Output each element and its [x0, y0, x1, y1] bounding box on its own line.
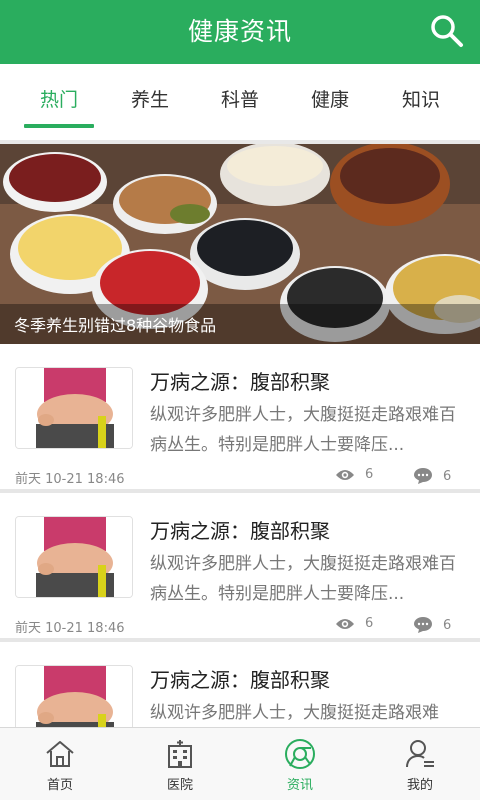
nav-profile-label: 我的 — [406, 778, 433, 793]
article-title: 万病之源：腹部积聚 — [150, 370, 330, 394]
article-summary: 纵观许多肥胖人士，大腹挺挺走路艰难百病丛生。特别是肥胖人士要降压... — [150, 554, 456, 604]
tab-knowledge[interactable]: 知识 — [373, 64, 469, 142]
nav-hospital-label: 医院 — [166, 778, 193, 793]
top-bar: 健康资讯 — [0, 0, 480, 64]
nav-hospital[interactable]: 医院 — [120, 728, 240, 800]
eye-icon — [336, 469, 354, 480]
article-thumbnail — [15, 367, 133, 449]
profile-icon — [406, 740, 434, 768]
article-title: 万病之源：腹部积聚 — [150, 519, 330, 543]
article-card[interactable]: 万病之源：腹部积聚 纵观许多肥胖人士，大腹挺挺走路艰难百病丛生。特别是肥胖人士要… — [0, 344, 480, 489]
article-time: 前天 10-21 18:46 — [15, 621, 125, 636]
nav-news[interactable]: 资讯 — [240, 728, 360, 800]
page-title: 健康资讯 — [187, 17, 292, 46]
home-icon — [46, 741, 74, 767]
view-count: 6 — [335, 467, 373, 482]
nav-home[interactable]: 首页 — [0, 728, 120, 800]
comment-icon — [414, 617, 432, 633]
category-tabs: 热门 养生 科普 健康 知识 — [0, 64, 480, 142]
tab-hot[interactable]: 热门 — [11, 64, 107, 142]
article-card[interactable]: 万病之源：腹部积聚 纵观许多肥胖人士，大腹挺挺走路艰难百病丛生。特别是肥胖人士要… — [0, 493, 480, 638]
nav-home-label: 首页 — [46, 778, 73, 793]
hospital-icon — [168, 740, 192, 768]
article-time: 前天 10-21 18:46 — [15, 472, 125, 487]
bottom-navigation: 首页 医院 资讯 我的 — [0, 727, 480, 800]
comment-count-value: 6 — [443, 617, 452, 633]
tab-science[interactable]: 科普 — [192, 64, 288, 142]
nav-news-label: 资讯 — [286, 778, 313, 793]
news-icon — [285, 739, 315, 769]
search-icon[interactable] — [430, 14, 464, 48]
view-count-value: 6 — [365, 616, 374, 631]
comment-count-value: 6 — [443, 468, 452, 484]
comment-count: 6 — [413, 616, 451, 634]
banner-caption: 冬季养生别错过8种谷物食品 — [14, 316, 217, 335]
featured-banner[interactable]: 冬季养生别错过8种谷物食品 — [0, 144, 480, 344]
article-thumbnail — [15, 516, 133, 598]
view-count: 6 — [335, 616, 373, 631]
tab-health-preservation[interactable]: 养生 — [102, 64, 198, 142]
nav-profile[interactable]: 我的 — [360, 728, 480, 800]
comment-count: 6 — [413, 467, 451, 485]
tab-health[interactable]: 健康 — [282, 64, 378, 142]
comment-icon — [414, 468, 432, 484]
article-title: 万病之源：腹部积聚 — [150, 668, 330, 692]
active-tab-indicator — [24, 124, 94, 128]
eye-icon — [336, 618, 354, 629]
view-count-value: 6 — [365, 467, 374, 482]
article-summary: 纵观许多肥胖人士，大腹挺挺走路艰难百病丛生。特别是肥胖人士要降压... — [150, 405, 456, 455]
